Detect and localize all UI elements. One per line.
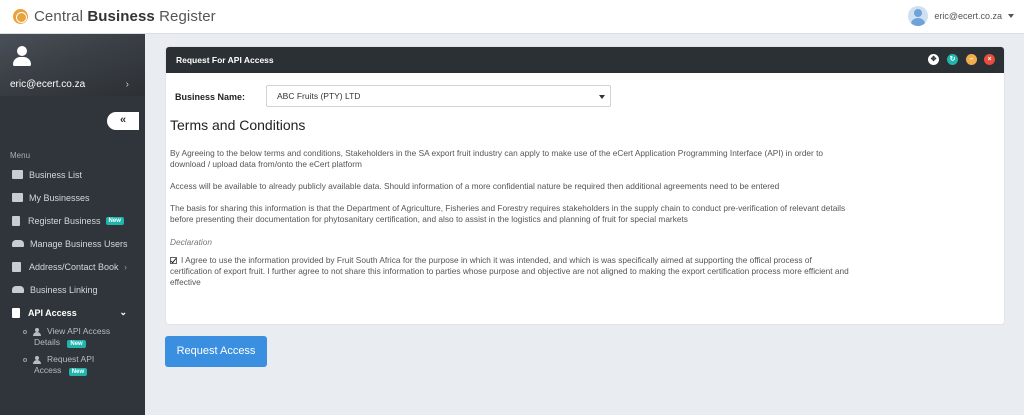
profile-email: eric@ecert.co.za — [10, 79, 86, 90]
sidebar: eric@ecert.co.za › « Menu Business List … — [0, 34, 145, 415]
sidebar-item-business-linking[interactable]: Business Linking — [0, 278, 145, 301]
sidebar-subitem-label: Details — [34, 337, 60, 347]
user-avatar-icon — [908, 6, 929, 26]
api-access-panel: Request For API Access ✥ ↻ – × Business … — [166, 47, 1004, 324]
panel-title: Request For API Access — [176, 55, 274, 65]
sidebar-item-label: Register Business — [28, 215, 101, 226]
declaration-label: Declaration — [170, 237, 212, 247]
agreement-row: I Agree to use the information provided … — [170, 255, 850, 288]
sidebar-item-label: Manage Business Users — [30, 238, 128, 249]
profile-avatar-icon — [12, 46, 32, 68]
users-icon — [12, 286, 24, 293]
menu-label: Menu — [10, 151, 31, 160]
top-bar: Central Business Register eric@ecert.co.… — [0, 0, 1024, 34]
collapse-sidebar-button[interactable]: « — [107, 112, 139, 130]
app-brand[interactable]: Central Business Register — [13, 8, 216, 25]
chevron-right-icon: › — [125, 79, 129, 90]
refresh-icon[interactable]: ↻ — [947, 54, 958, 65]
sidebar-item-label: My Businesses — [29, 192, 90, 203]
sidebar-item-api-access[interactable]: API Access ⌄ — [0, 301, 145, 324]
app-logo-icon — [13, 9, 28, 24]
bullet-icon — [23, 330, 27, 334]
table-icon — [12, 193, 23, 202]
chevron-down-icon: ⌄ — [119, 307, 127, 317]
business-name-label: Business Name: — [175, 92, 246, 102]
app-title: Central Business Register — [34, 8, 216, 25]
chevron-right-icon: › — [124, 261, 127, 272]
sidebar-item-address-contact-book[interactable]: Address/Contact Book › — [0, 255, 145, 278]
sidebar-subitem-label: Access — [34, 365, 62, 375]
agree-checkbox[interactable] — [170, 257, 177, 264]
terms-paragraph: Access will be available to already publ… — [170, 181, 780, 191]
sidebar-subitem-label: View API Access — [47, 326, 111, 336]
sidebar-item-register-business[interactable]: Register Business New — [0, 209, 145, 232]
bullet-icon — [23, 358, 27, 362]
clipboard-icon — [12, 215, 20, 226]
user-email: eric@ecert.co.za — [934, 11, 1002, 21]
panel-header: Request For API Access ✥ ↻ – × — [166, 47, 1004, 73]
user-menu[interactable]: eric@ecert.co.za — [908, 6, 1014, 26]
minimize-icon[interactable]: – — [966, 54, 977, 65]
sidebar-item-label: Address/Contact Book — [29, 261, 119, 272]
request-access-button[interactable]: Request Access — [165, 336, 267, 367]
business-name-select[interactable]: ABC Fruits (PTY) LTD — [266, 85, 611, 107]
agreement-text: I Agree to use the information provided … — [170, 255, 849, 287]
chevron-down-icon — [599, 95, 605, 99]
close-icon[interactable]: × — [984, 54, 995, 65]
sidebar-item-label: API Access — [28, 307, 77, 318]
terms-paragraph: The basis for sharing this information i… — [170, 203, 846, 224]
sidebar-menu: Business List My Businesses Register Bus… — [0, 163, 145, 324]
address-book-icon — [12, 261, 21, 272]
new-badge: New — [67, 340, 86, 348]
terms-paragraph: By Agreeing to the below terms and condi… — [170, 148, 824, 169]
users-icon — [12, 240, 24, 247]
new-badge: New — [68, 368, 88, 376]
sidebar-item-my-businesses[interactable]: My Businesses — [0, 186, 145, 209]
id-card-icon — [12, 307, 20, 318]
chevron-down-icon — [1008, 14, 1014, 18]
sidebar-item-manage-business-users[interactable]: Manage Business Users — [0, 232, 145, 255]
sidebar-item-label: Business List — [29, 169, 83, 180]
user-icon — [33, 356, 42, 364]
user-icon — [33, 328, 42, 336]
business-name-value: ABC Fruits (PTY) LTD — [277, 91, 361, 101]
sidebar-item-business-list[interactable]: Business List — [0, 163, 145, 186]
terms-title: Terms and Conditions — [170, 117, 306, 133]
sidebar-profile[interactable]: eric@ecert.co.za › — [0, 34, 145, 96]
sidebar-subitem-label: Request API — [47, 354, 95, 364]
sidebar-item-label: Business Linking — [30, 284, 98, 295]
move-icon[interactable]: ✥ — [928, 54, 939, 65]
new-badge: New — [105, 216, 124, 225]
table-icon — [12, 170, 23, 179]
